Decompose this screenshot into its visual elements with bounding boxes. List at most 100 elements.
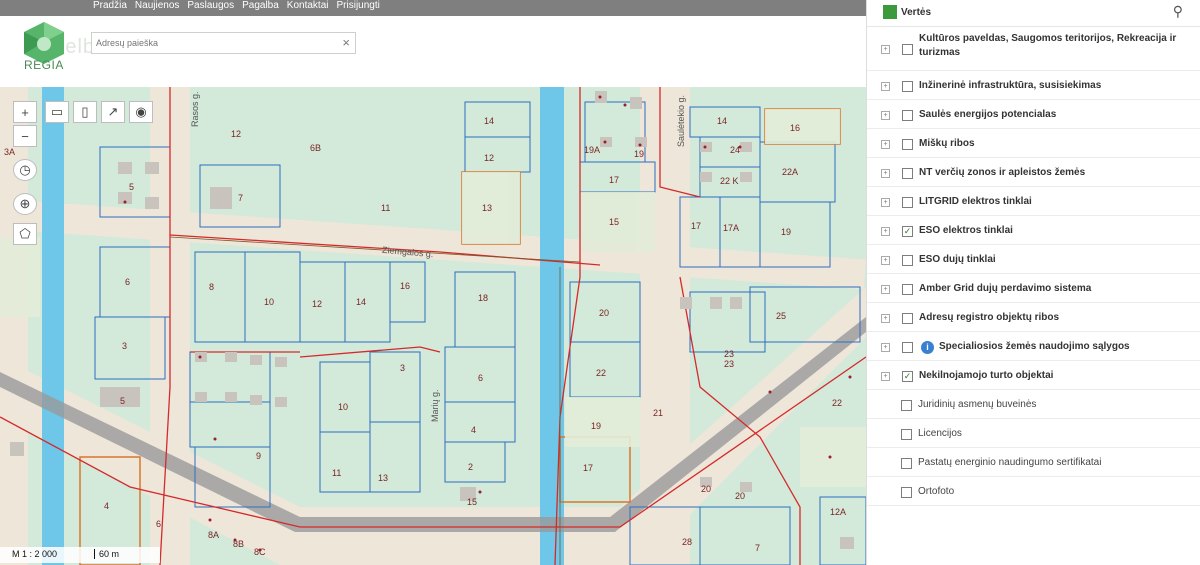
layer-row[interactable]: + Kultūros paveldas, Saugomos teritorijos…	[867, 27, 1200, 71]
parcel-label: 25	[776, 311, 787, 321]
nav-item-help[interactable]: Pagalba	[242, 0, 279, 11]
parcel-label: 11	[381, 203, 391, 213]
parcel-label: 19	[591, 421, 602, 431]
nav-item-contacts[interactable]: Kontaktai	[287, 0, 329, 11]
parcel-label: 22 K	[720, 176, 739, 186]
expand-icon[interactable]: +	[881, 168, 890, 178]
expand-icon[interactable]: +	[881, 284, 890, 294]
layer-checkbox[interactable]	[901, 457, 912, 469]
nav-item-home[interactable]: Pradžia	[93, 0, 127, 11]
layer-checkbox[interactable]	[902, 80, 913, 92]
parcel-label: 19	[634, 149, 645, 159]
layer-checkbox[interactable]	[902, 44, 913, 55]
expand-icon[interactable]: +	[881, 342, 890, 352]
street-label: Ziemgalos g.	[381, 244, 434, 260]
layer-row[interactable]: + Adresų registro objektų ribos	[867, 303, 1200, 332]
layer-row[interactable]: Ortofoto	[867, 477, 1200, 506]
target-icon[interactable]: ◉	[129, 101, 153, 123]
map-view[interactable]: 3A 12 6B 14 12 19A 19 14 24 16 5 7 11 13…	[0, 87, 866, 565]
layer-label: Specialiosios žemės naudojimo sąlygos	[939, 340, 1130, 352]
parcel-label: 17	[583, 463, 594, 473]
close-icon[interactable]: ×	[342, 35, 350, 50]
layer-row[interactable]: + Saulės energijos potencialas	[867, 100, 1200, 129]
parcel-label: 14	[717, 116, 728, 126]
layer-row[interactable]: + ✓ Nekilnojamojo turto objektai	[867, 361, 1200, 390]
parcel-label: 18	[478, 293, 489, 303]
layer-checkbox[interactable]	[902, 196, 913, 208]
layer-row[interactable]: + NT verčių zonos ir apleistos žemės	[867, 158, 1200, 187]
layer-label: Ortofoto	[918, 485, 955, 497]
nav-item-news[interactable]: Naujienos	[135, 0, 179, 11]
layer-label: Amber Grid dujų perdavimo sistema	[919, 282, 1092, 294]
layer-label: Adresų registro objektų ribos	[919, 311, 1060, 323]
layer-row[interactable]: + ESO dujų tinklai	[867, 245, 1200, 274]
parcel-label: 12	[312, 299, 323, 309]
address-search-input[interactable]	[92, 33, 340, 53]
pin-icon[interactable]: ⚲	[1173, 3, 1183, 20]
layer-checkbox[interactable]	[902, 283, 913, 295]
expand-icon[interactable]: +	[881, 45, 890, 54]
parcel-label: 17A	[723, 223, 740, 233]
layer-checkbox[interactable]	[902, 254, 913, 266]
export-icon[interactable]: ↗	[101, 101, 125, 123]
parcel-label: 23	[724, 359, 735, 369]
street-label: Marių g.	[430, 389, 440, 422]
layer-checkbox[interactable]	[902, 109, 913, 121]
layer-checkbox[interactable]	[901, 428, 912, 440]
history-icon[interactable]: ◷	[13, 159, 37, 181]
parcel-label: 3	[122, 341, 128, 351]
layer-checkbox[interactable]	[902, 167, 913, 179]
top-navigation: Pradžia Naujienos Paslaugos Pagalba Kont…	[0, 0, 866, 16]
zoom-in-button[interactable]: +	[13, 101, 37, 123]
layer-label: Licencijos	[918, 427, 962, 439]
scale-distance: 60 m	[94, 549, 119, 559]
layer-row[interactable]: + ✓ ESO elektros tinklai	[867, 216, 1200, 245]
layer-list: + Kultūros paveldas, Saugomos teritorijos…	[867, 27, 1200, 506]
expand-icon[interactable]: +	[881, 371, 890, 381]
layer-label: Juridinių asmenų buveinės	[918, 398, 1037, 410]
parcel-label: 22	[832, 398, 843, 408]
layer-checkbox[interactable]: ✓	[902, 370, 913, 382]
parcel-label: 22	[596, 368, 607, 378]
parcel-labels: 3A 12 6B 14 12 19A 19 14 24 16 5 7 11 13…	[0, 87, 866, 565]
layer-label: Pastatų energinio naudingumo sertifikata…	[918, 456, 1102, 468]
layer-checkbox[interactable]: ✓	[902, 225, 913, 237]
parcel-label: 3	[400, 363, 406, 373]
expand-icon[interactable]: +	[881, 81, 890, 91]
address-search[interactable]: ×	[91, 32, 356, 54]
layer-row[interactable]: + Amber Grid dujų perdavimo sistema	[867, 274, 1200, 303]
mouse-icon[interactable]: ▯	[73, 101, 97, 123]
expand-icon[interactable]: +	[881, 226, 890, 236]
nav-item-services[interactable]: Paslaugos	[187, 0, 234, 11]
zoom-out-button[interactable]: −	[13, 125, 37, 147]
expand-icon[interactable]: +	[881, 139, 890, 149]
draw-polygon-icon[interactable]: ⬠	[13, 223, 37, 245]
layer-checkbox[interactable]	[902, 138, 913, 150]
locate-icon[interactable]: ⊕	[13, 193, 37, 215]
layer-row[interactable]: Licencijos	[867, 419, 1200, 448]
layer-checkbox[interactable]	[902, 341, 913, 353]
nav-links: Pradžia Naujienos Paslaugos Pagalba Kont…	[93, 0, 380, 11]
parcel-label: 13	[378, 473, 389, 483]
expand-icon[interactable]: +	[881, 197, 890, 207]
layer-checkbox[interactable]	[901, 399, 912, 411]
layer-row[interactable]: + Miškų ribos	[867, 129, 1200, 158]
expand-icon[interactable]: +	[881, 255, 890, 265]
ruler-icon[interactable]: ▭	[45, 101, 69, 123]
parcel-label: 15	[467, 497, 478, 507]
layer-row[interactable]: Juridinių asmenų buveinės	[867, 390, 1200, 419]
layer-row[interactable]: + Inžinerinė infrastruktūra, susisiekimas	[867, 71, 1200, 100]
parcel-label: 6	[125, 277, 131, 287]
layer-row[interactable]: + LITGRID elektros tinklai	[867, 187, 1200, 216]
parcel-label: 20	[735, 491, 746, 501]
expand-icon[interactable]: +	[881, 110, 890, 120]
layer-checkbox[interactable]	[902, 312, 913, 324]
layer-checkbox[interactable]	[901, 486, 912, 498]
nav-item-login[interactable]: Prisijungti	[337, 0, 380, 11]
layer-row[interactable]: Pastatų energinio naudingumo sertifikata…	[867, 448, 1200, 477]
layer-row[interactable]: + i Specialiosios žemės naudojimo sąlygos	[867, 332, 1200, 361]
expand-icon[interactable]: +	[881, 313, 890, 323]
parcel-label: 10	[338, 402, 349, 412]
info-icon[interactable]: i	[921, 340, 934, 354]
parcel-label: 20	[599, 308, 610, 318]
